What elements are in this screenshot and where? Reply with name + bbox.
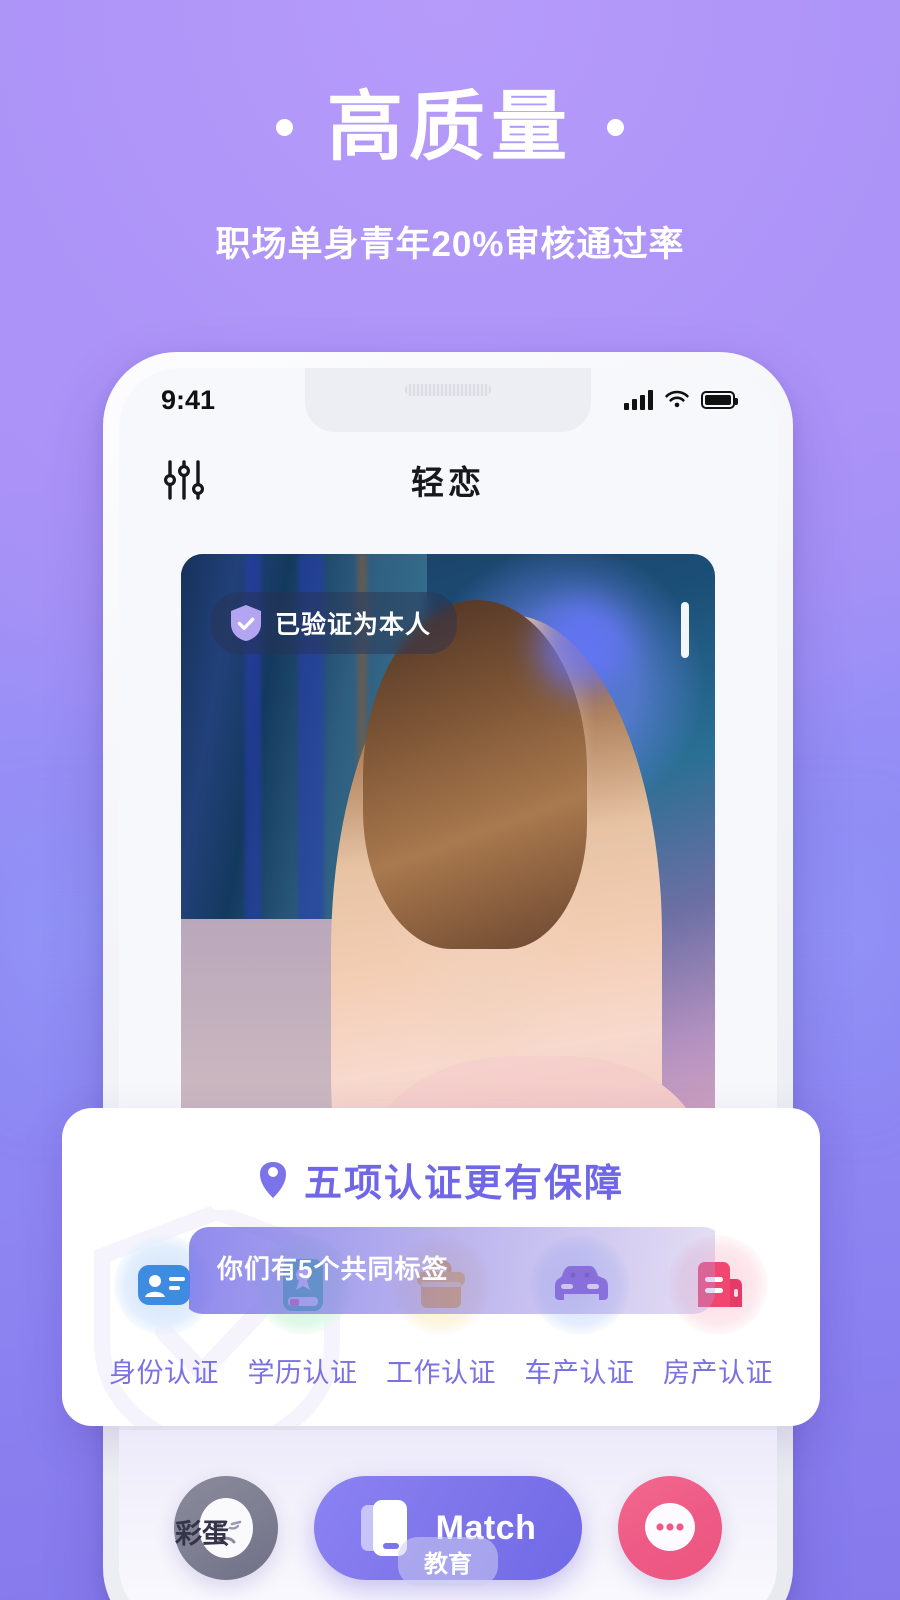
page-title: 高质量	[276, 88, 624, 168]
shield-check-icon	[231, 605, 261, 641]
app-header: 轻恋	[119, 432, 777, 528]
status-time: 9:41	[161, 384, 216, 415]
pagination-dot-3[interactable]	[287, 1199, 309, 1210]
sliders-filter-icon[interactable]	[163, 460, 205, 500]
signal-bars-icon	[624, 390, 653, 410]
chat-dots-icon	[645, 1503, 696, 1551]
app-title: 轻恋	[411, 464, 485, 501]
cert-item-label: 工作认证	[386, 1358, 496, 1388]
more-button[interactable]	[618, 1476, 723, 1580]
action-bar: 彩蛋 教育 Match	[119, 1430, 777, 1600]
photo-scroll-indicator[interactable]	[681, 602, 689, 658]
wifi-icon	[665, 390, 689, 408]
id-card-icon	[138, 1265, 190, 1305]
status-indicators	[624, 390, 738, 410]
title-dot-right-icon	[607, 119, 624, 137]
certification-card-title: 五项认证更有保障	[62, 1152, 820, 1207]
cert-item-label: 车产认证	[524, 1358, 635, 1388]
battery-full-icon	[701, 391, 738, 409]
cert-item-label: 房产认证	[663, 1358, 773, 1388]
title-dot-left-icon	[276, 119, 293, 137]
verified-badge: 已验证为本人	[211, 592, 458, 654]
common-tags-label: 你们有5个共同标签	[217, 1254, 449, 1284]
hero-section: 高质量 职场单身青年20%审核通过率	[0, 88, 900, 267]
easter-egg-label: 彩蛋	[175, 1519, 229, 1549]
common-tags-bar: 你们有5个共同标签	[189, 1227, 715, 1314]
certification-card-title-text: 五项认证更有保障	[303, 1163, 624, 1205]
cert-item-label: 学历认证	[247, 1358, 358, 1388]
page-title-text: 高质量	[327, 85, 573, 170]
pagination-dot-2[interactable]	[249, 1199, 271, 1210]
education-tag: 教育	[398, 1537, 498, 1586]
page-subtitle: 职场单身青年20%审核通过率	[215, 224, 685, 264]
pagination-dot-1[interactable]	[211, 1199, 233, 1210]
cert-item-label: 身份认证	[109, 1358, 219, 1388]
photo-pagination[interactable]	[211, 1199, 309, 1210]
verified-badge-label: 已验证为本人	[275, 611, 432, 639]
shield-badge-icon	[259, 1161, 286, 1198]
status-bar: 9:41	[119, 368, 777, 432]
